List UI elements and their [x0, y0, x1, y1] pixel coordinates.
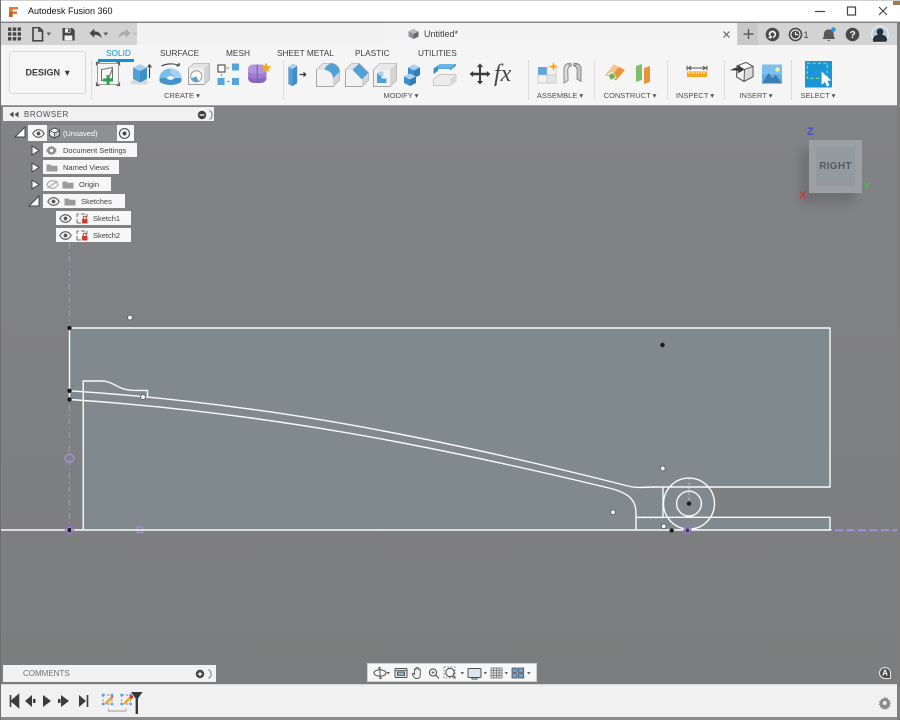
- svg-text:?: ?: [850, 30, 856, 41]
- svg-text:fx: fx: [494, 61, 512, 87]
- svg-text:1: 1: [804, 30, 809, 40]
